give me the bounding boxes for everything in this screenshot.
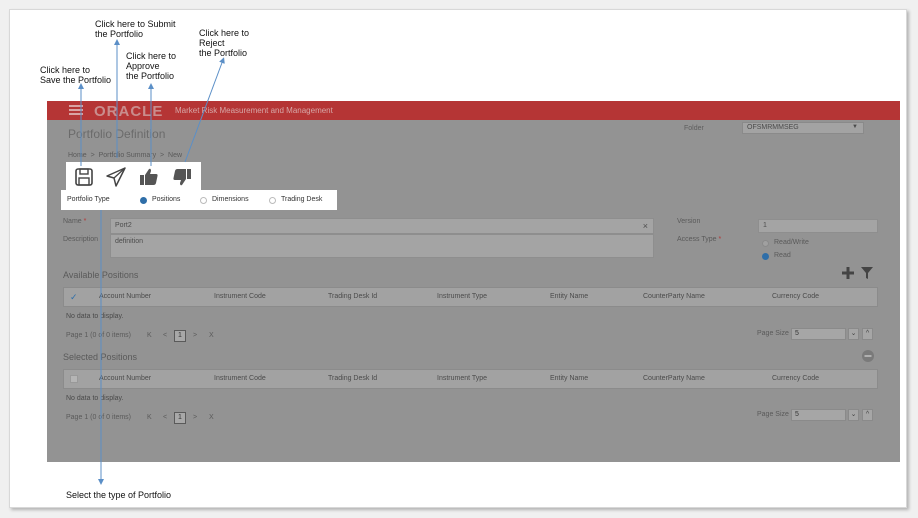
page-title: Portfolio Definition xyxy=(68,127,166,141)
column-header[interactable]: CounterParty Name xyxy=(643,293,705,300)
action-toolbar xyxy=(66,162,201,191)
remove-button[interactable] xyxy=(862,349,874,367)
send-icon xyxy=(106,167,126,187)
available-positions-header-row: ✓ Account Number Instrument Code Trading… xyxy=(63,287,878,307)
radio-read-write[interactable] xyxy=(762,240,769,247)
last-page-icon[interactable]: X xyxy=(209,414,214,421)
app-window: ORACLE Market Risk Measurement and Manag… xyxy=(47,101,900,462)
save-icon xyxy=(75,168,93,186)
selected-positions-title: Selected Positions xyxy=(63,352,138,362)
submit-button[interactable] xyxy=(105,166,127,188)
radio-trading-desk[interactable] xyxy=(269,197,276,204)
callout-approve: Click here to Approve the Portfolio xyxy=(126,51,177,81)
clear-icon[interactable]: × xyxy=(643,221,648,231)
column-header[interactable]: Entity Name xyxy=(550,293,588,300)
column-header[interactable]: Currency Code xyxy=(772,375,819,382)
column-header[interactable]: Account Number xyxy=(99,293,151,300)
version-label: Version xyxy=(677,218,701,225)
page-size-down-icon[interactable]: ⌄ xyxy=(848,328,859,340)
option-trading-desk-label: Trading Desk xyxy=(281,196,323,203)
available-page-label: Page 1 (0 of 0 items) xyxy=(66,332,132,339)
page-size-up-icon[interactable]: ^ xyxy=(862,328,873,340)
portfolio-type-label: Portfolio Type xyxy=(67,196,110,203)
current-page-box[interactable]: 1 xyxy=(174,412,186,424)
callout-save: Click here to Save the Portfolio xyxy=(40,65,112,85)
previous-page-icon[interactable]: < xyxy=(163,414,167,421)
read-write-label: Read/Write xyxy=(774,239,809,246)
first-page-icon[interactable]: K xyxy=(147,332,152,339)
thumbs-up-icon xyxy=(140,168,158,185)
read-label: Read xyxy=(774,252,791,259)
callout-reject: Click here to Reject the Portfolio xyxy=(199,28,250,58)
page-size-input[interactable]: 5 xyxy=(791,409,846,421)
page-size-up-icon[interactable]: ^ xyxy=(862,409,873,421)
column-header[interactable]: Currency Code xyxy=(772,293,819,300)
save-button[interactable] xyxy=(73,166,95,188)
breadcrumb-current: New xyxy=(168,152,183,159)
app-name: Market Risk Measurement and Management xyxy=(175,106,333,115)
first-page-icon[interactable]: K xyxy=(147,414,152,421)
available-positions-title: Available Positions xyxy=(63,270,139,280)
select-all-checkbox[interactable] xyxy=(70,375,78,383)
column-header[interactable]: Instrument Type xyxy=(437,375,487,382)
radio-positions[interactable] xyxy=(140,197,147,204)
page-size-down-icon[interactable]: ⌄ xyxy=(848,409,859,421)
hamburger-menu-icon[interactable] xyxy=(69,105,83,116)
column-header[interactable]: Entity Name xyxy=(550,375,588,382)
add-button[interactable] xyxy=(842,266,854,284)
selected-positions-empty: No data to display. xyxy=(66,395,124,402)
name-value: Port2 xyxy=(115,222,132,229)
filter-button[interactable] xyxy=(861,266,873,284)
folder-dropdown[interactable]: OFSMRMMSEG ▼ xyxy=(742,122,864,134)
description-label: Description xyxy=(63,236,99,243)
reject-button[interactable] xyxy=(171,166,193,188)
breadcrumb: Home > Portfolio Summary > New xyxy=(68,152,182,159)
filter-icon xyxy=(861,267,873,279)
access-type-label: Access Type * xyxy=(677,236,722,243)
last-page-icon[interactable]: X xyxy=(209,332,214,339)
select-all-check-icon[interactable]: ✓ xyxy=(70,292,78,303)
page-size-label: Page Size xyxy=(757,411,789,418)
folder-label: Folder xyxy=(684,125,704,132)
breadcrumb-separator: > xyxy=(160,152,165,159)
available-positions-empty: No data to display. xyxy=(66,313,124,320)
column-header[interactable]: Instrument Code xyxy=(214,375,266,382)
minus-circle-icon xyxy=(862,350,874,362)
breadcrumb-portfolio-summary[interactable]: Portfolio Summary xyxy=(99,152,157,159)
callout-submit: Click here to Submit the Portfolio xyxy=(95,19,176,39)
radio-dimensions[interactable] xyxy=(200,197,207,204)
option-positions-label: Positions xyxy=(152,196,181,203)
version-input: 1 xyxy=(758,219,878,233)
column-header[interactable]: CounterParty Name xyxy=(643,375,705,382)
page-size-label: Page Size xyxy=(757,330,789,337)
app-header: ORACLE Market Risk Measurement and Manag… xyxy=(47,101,900,120)
description-input[interactable]: definition xyxy=(110,234,654,258)
current-page-box[interactable]: 1 xyxy=(174,330,186,342)
oracle-logo: ORACLE xyxy=(94,103,164,120)
option-dimensions-label: Dimensions xyxy=(212,196,249,203)
breadcrumb-home[interactable]: Home xyxy=(68,152,87,159)
chevron-down-icon: ▼ xyxy=(852,124,858,130)
plus-icon xyxy=(842,267,854,279)
selected-page-label: Page 1 (0 of 0 items) xyxy=(66,414,132,421)
radio-read[interactable] xyxy=(762,253,769,260)
thumbs-down-icon xyxy=(173,169,191,186)
column-header[interactable]: Trading Desk Id xyxy=(328,375,377,382)
page-size-input[interactable]: 5 xyxy=(791,328,846,340)
next-page-icon[interactable]: > xyxy=(193,414,197,421)
name-input[interactable]: Port2 × xyxy=(110,218,654,234)
column-header[interactable]: Account Number xyxy=(99,375,151,382)
column-header[interactable]: Instrument Type xyxy=(437,293,487,300)
previous-page-icon[interactable]: < xyxy=(163,332,167,339)
callout-select-type: Select the type of Portfolio xyxy=(66,490,172,500)
column-header[interactable]: Trading Desk Id xyxy=(328,293,377,300)
portfolio-type-group: Portfolio Type Positions Dimensions Trad… xyxy=(61,190,337,210)
name-label: Name * xyxy=(63,218,87,225)
breadcrumb-separator: > xyxy=(90,152,95,159)
approve-button[interactable] xyxy=(138,166,160,188)
selected-positions-header-row: Account Number Instrument Code Trading D… xyxy=(63,369,878,389)
folder-value: OFSMRMMSEG xyxy=(747,124,799,131)
next-page-icon[interactable]: > xyxy=(193,332,197,339)
column-header[interactable]: Instrument Code xyxy=(214,293,266,300)
